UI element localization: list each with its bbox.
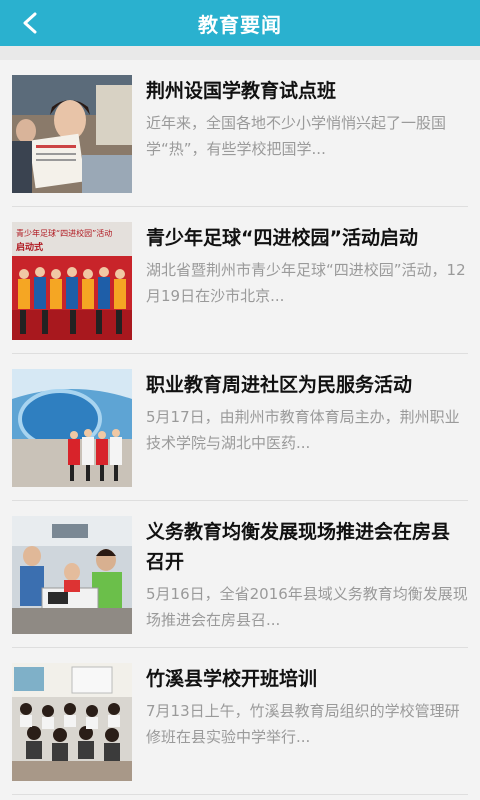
banner-sub: 启动式	[16, 241, 43, 253]
app-header: 教育要闻	[0, 0, 480, 46]
news-thumbnail	[12, 516, 132, 634]
news-thumbnail	[12, 369, 132, 487]
news-item[interactable]: 荆州设国学教育试点班 近年来，全国各地不少小学悄悄兴起了一股国学“热”，有些学校…	[12, 60, 468, 206]
news-list: 荆州设国学教育试点班 近年来，全国各地不少小学悄悄兴起了一股国学“热”，有些学校…	[0, 60, 480, 800]
chevron-left-icon	[23, 12, 37, 34]
news-title: 荆州设国学教育试点班	[146, 80, 337, 102]
news-item[interactable]: 职业教育周进社区为民服务活动 5月17日，由荆州市教育体育局主办，荆州职业技术学…	[12, 354, 468, 500]
news-summary: 近年来，全国各地不少小学悄悄兴起了一股国学“热”，有些学校把国学...	[146, 114, 447, 158]
news-item[interactable]: 青少年足球“四进校园”活动 启动式 青少年足球“四进校园”活动启动 湖北省暨荆州…	[12, 207, 468, 353]
news-title: 义务教育均衡发展现场推进会在房县召开	[146, 521, 451, 573]
news-summary: 湖北省暨荆州市青少年足球“四进校园”活动，12月19日在沙市北京...	[146, 261, 466, 305]
news-title: 职业教育周进社区为民服务活动	[146, 374, 413, 396]
page-title: 教育要闻	[198, 12, 282, 37]
news-title: 青少年足球“四进校园”活动启动	[146, 227, 418, 249]
news-summary: 5月17日，由荆州市教育体育局主办，荆州职业技术学院与湖北中医药...	[146, 408, 460, 452]
news-thumbnail	[12, 663, 132, 781]
banner-text: 青少年足球“四进校园”活动	[16, 228, 112, 238]
news-summary: 7月13日上午，竹溪县教育局组织的学校管理研修班在县实验中学举行...	[146, 702, 460, 746]
news-thumbnail: 青少年足球“四进校园”活动 启动式	[12, 222, 132, 340]
back-button[interactable]	[12, 8, 48, 38]
divider	[12, 794, 468, 795]
news-title: 竹溪县学校开班培训	[146, 668, 318, 690]
news-item[interactable]: 竹溪县学校开班培训 7月13日上午，竹溪县教育局组织的学校管理研修班在县实验中学…	[12, 648, 468, 794]
news-summary: 5月16日，全省2016年县域义务教育均衡发展现场推进会在房县召...	[146, 585, 468, 629]
news-thumbnail	[12, 75, 132, 193]
news-item[interactable]: 义务教育均衡发展现场推进会在房县召开 5月16日，全省2016年县域义务教育均衡…	[12, 501, 468, 647]
